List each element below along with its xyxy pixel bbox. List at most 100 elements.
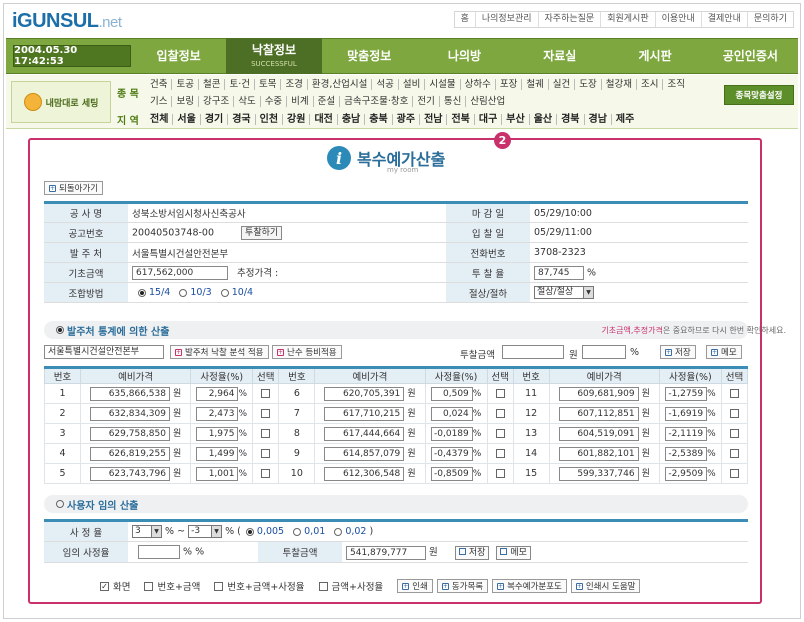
select-checkbox[interactable] — [495, 469, 505, 478]
nav-bid-info[interactable]: 입찰정보 — [131, 38, 226, 74]
rate-input[interactable]: 2,964 — [196, 386, 239, 401]
select-checkbox[interactable] — [495, 409, 505, 418]
distribution-chart-button[interactable]: + 복수예가분포도 — [492, 579, 567, 593]
region-item[interactable]: 대구 — [473, 114, 501, 125]
type-item[interactable]: 토목 — [253, 79, 280, 90]
bid-rate-input[interactable]: 87,745 — [534, 265, 584, 280]
price-input[interactable]: 632,834,309 — [89, 407, 170, 421]
back-button[interactable]: + 되돌아가기 — [44, 181, 104, 195]
rate-input[interactable]: 0,024 — [430, 406, 473, 421]
method-10-3-radio[interactable] — [179, 288, 188, 297]
step-002-radio[interactable] — [334, 527, 343, 536]
custom-memo-button[interactable]: 메모 — [496, 545, 531, 560]
rate-input[interactable]: -1,2759 — [665, 386, 708, 401]
region-item[interactable]: 경북 — [556, 114, 583, 125]
toplink-guide[interactable]: 이용안내 — [654, 12, 701, 27]
method-15-4-radio[interactable] — [138, 288, 146, 297]
type-item[interactable]: 철궤 — [521, 79, 547, 90]
toplink-home[interactable]: 홈 — [455, 12, 475, 27]
section-user-custom[interactable]: 사용자 임의 산출 — [44, 495, 748, 513]
price-input[interactable]: 626,819,255 — [89, 447, 170, 461]
price-input[interactable]: 607,112,851 — [558, 407, 639, 421]
type-item[interactable]: 비계 — [286, 96, 312, 107]
type-item[interactable]: 금속구조물·창호 — [339, 96, 412, 107]
nav-my-room[interactable]: 나의방 — [417, 38, 512, 74]
select-checkbox[interactable] — [261, 469, 271, 478]
toplink-payment[interactable]: 결제안내 — [700, 12, 747, 27]
rate-input[interactable]: 1,001 — [196, 466, 239, 481]
select-checkbox[interactable] — [729, 429, 739, 438]
region-item[interactable]: 강원 — [282, 114, 309, 125]
select-checkbox[interactable] — [495, 389, 505, 398]
base-amount-input[interactable]: 617,562,000 — [132, 266, 228, 281]
select-checkbox[interactable] — [261, 409, 271, 418]
type-item[interactable]: 실건 — [547, 79, 574, 90]
rate-input[interactable]: -2,9509 — [665, 466, 708, 481]
nav-library[interactable]: 자료실 — [512, 38, 607, 74]
region-item[interactable]: 전체 — [146, 114, 172, 125]
region-item[interactable]: 울산 — [528, 114, 556, 125]
region-item[interactable]: 경기 — [199, 114, 227, 125]
toplink-faq[interactable]: 자주하는질문 — [537, 12, 601, 27]
memo-button[interactable]: + 메모 — [706, 345, 742, 359]
type-item[interactable]: 보링 — [171, 96, 197, 107]
my-setting-button[interactable]: 내맘대로 세팅 — [11, 81, 111, 123]
submit-bid-button[interactable]: 투찰하기 — [241, 225, 283, 240]
option-screen[interactable]: 화면 — [100, 579, 130, 593]
price-input[interactable]: 617,444,664 — [324, 427, 405, 441]
type-item[interactable]: 석공 — [371, 79, 397, 90]
price-input[interactable]: 604,519,091 — [558, 427, 639, 441]
nav-award-info[interactable]: 낙찰정보 SUCCESSFUL — [226, 38, 322, 74]
rate-input[interactable]: -0,8509 — [430, 466, 473, 481]
region-item[interactable]: 충북 — [364, 114, 391, 125]
select-checkbox[interactable] — [261, 389, 271, 398]
rate-input[interactable]: -0,4379 — [430, 446, 473, 461]
price-input[interactable]: 601,882,101 — [558, 447, 639, 461]
rate-input[interactable]: 1,975 — [196, 426, 239, 441]
option-amount-rate[interactable]: 금액+사정율 — [318, 579, 383, 593]
step-0005-radio[interactable] — [245, 527, 254, 536]
rate-to-select[interactable]: -3 ▼ — [188, 525, 223, 538]
type-item[interactable]: 수중 — [259, 96, 286, 107]
price-input[interactable]: 620,705,391 — [324, 387, 405, 401]
price-input[interactable]: 614,857,079 — [324, 447, 405, 461]
nav-custom-info[interactable]: 맞춤정보 — [322, 38, 417, 74]
same-price-list-button[interactable]: + 동가목록 — [436, 579, 489, 593]
option-no-amount-rate[interactable]: 번호+금액+사정율 — [214, 579, 305, 593]
step-001-radio[interactable] — [293, 527, 302, 536]
type-item[interactable]: 환경,산업시설 — [306, 79, 371, 90]
type-item[interactable]: 준설 — [312, 96, 339, 107]
select-checkbox[interactable] — [261, 429, 271, 438]
type-item[interactable]: 토공 — [171, 79, 197, 90]
rate-input[interactable]: 0,509 — [430, 386, 473, 401]
region-item[interactable]: 부산 — [501, 114, 528, 125]
type-item[interactable]: 통신 — [438, 96, 465, 107]
type-item[interactable]: 철콘 — [197, 79, 224, 90]
type-item[interactable]: 설비 — [397, 79, 424, 90]
price-input[interactable]: 617,710,215 — [324, 407, 405, 421]
rate-input[interactable]: -2,1119 — [665, 426, 708, 441]
custom-save-button[interactable]: 저장 — [454, 545, 490, 560]
type-item[interactable]: 철강재 — [600, 79, 636, 90]
custom-rate-input[interactable] — [138, 545, 180, 559]
region-item[interactable]: 경남 — [583, 114, 611, 125]
toplink-contact[interactable]: 문의하기 — [746, 12, 793, 27]
type-item[interactable]: 토·건 — [224, 79, 254, 90]
price-input[interactable]: 629,758,850 — [89, 427, 170, 441]
bid-amount-input[interactable] — [502, 345, 564, 359]
type-item[interactable]: 도장 — [574, 79, 600, 90]
nav-certificate[interactable]: 공인인증서 — [703, 38, 798, 74]
bid-rate-result-input[interactable] — [582, 345, 626, 359]
region-item[interactable]: 광주 — [391, 114, 419, 125]
rate-input[interactable]: 2,473 — [196, 406, 239, 421]
select-checkbox[interactable] — [729, 409, 739, 418]
type-item[interactable]: 삭도 — [233, 96, 259, 107]
type-item[interactable]: 상하수 — [459, 79, 495, 90]
nav-board[interactable]: 게시판 — [607, 38, 702, 74]
price-input[interactable]: 599,337,746 — [558, 467, 639, 481]
method-10-4-radio[interactable] — [220, 288, 229, 297]
toplink-board[interactable]: 회원게시판 — [600, 12, 654, 27]
region-item[interactable]: 서울 — [172, 114, 199, 125]
type-item[interactable]: 포장 — [494, 79, 521, 90]
select-checkbox[interactable] — [729, 469, 739, 478]
